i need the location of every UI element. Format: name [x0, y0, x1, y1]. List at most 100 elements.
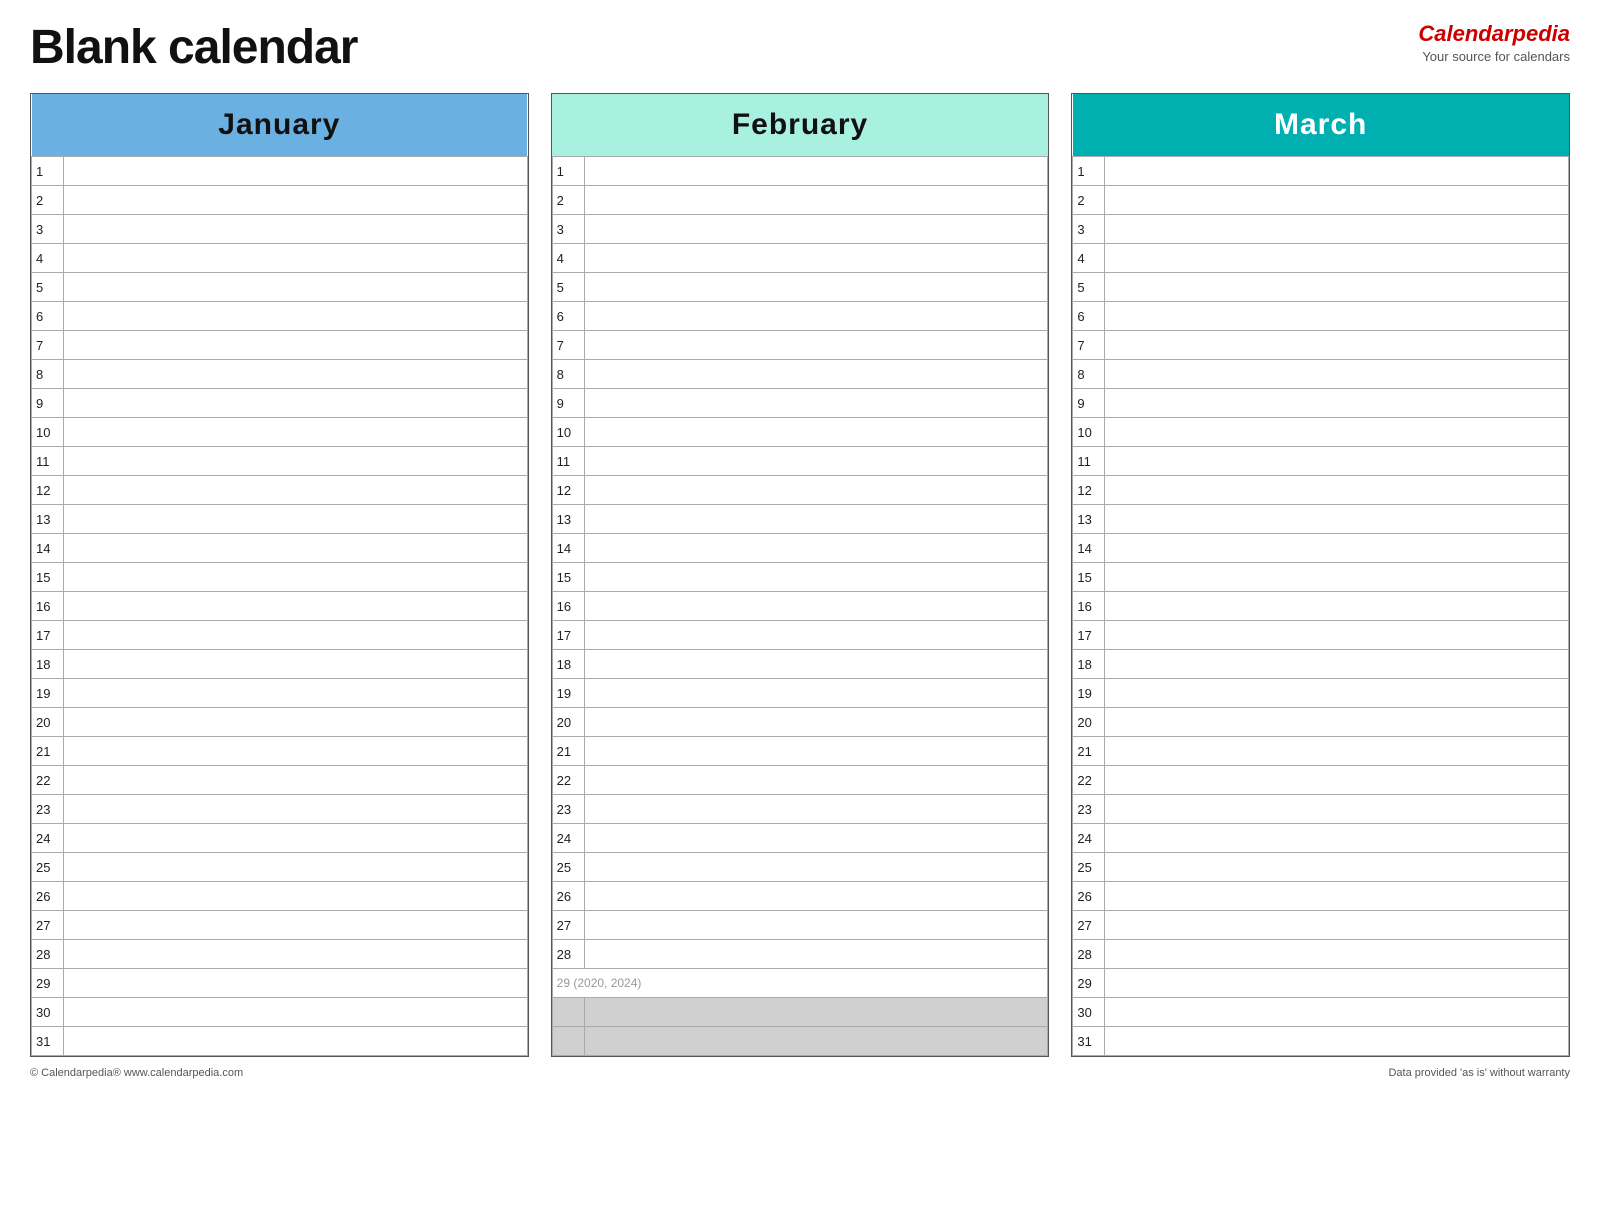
logo-sub: Your source for calendars — [1418, 49, 1570, 66]
table-row: 11 — [552, 447, 1048, 476]
table-row: 7 — [1073, 331, 1569, 360]
table-row: 24 — [1073, 824, 1569, 853]
table-row: 8 — [32, 360, 528, 389]
table-row: 5 — [1073, 273, 1569, 302]
table-row: 19 — [552, 679, 1048, 708]
table-row: 9 — [552, 389, 1048, 418]
table-row: 22 — [32, 766, 528, 795]
table-row: 11 — [1073, 447, 1569, 476]
table-row: 23 — [552, 795, 1048, 824]
table-row: 2 — [1073, 186, 1569, 215]
table-row: 26 — [32, 882, 528, 911]
page-header: Blank calendar Calendarpedia Your source… — [30, 20, 1570, 75]
table-row: 20 — [552, 708, 1048, 737]
table-row: 3 — [32, 215, 528, 244]
table-row: 29 — [1073, 969, 1569, 998]
january-header: January — [32, 94, 528, 157]
calendars-row: January 12345678910111213141516171819202… — [30, 93, 1570, 1057]
table-row: 7 — [32, 331, 528, 360]
logo-main: Calendar — [1418, 21, 1512, 46]
logo-area: Calendarpedia Your source for calendars — [1418, 20, 1570, 65]
table-row: 5 — [552, 273, 1048, 302]
logo-text: Calendarpedia — [1418, 20, 1570, 49]
table-row: 4 — [32, 244, 528, 273]
table-row: 9 — [32, 389, 528, 418]
table-row: 5 — [32, 273, 528, 302]
table-row: 29 (2020, 2024) — [552, 969, 1048, 998]
table-row: 10 — [552, 418, 1048, 447]
table-row: 21 — [32, 737, 528, 766]
table-row: 10 — [32, 418, 528, 447]
table-row: 15 — [1073, 563, 1569, 592]
table-row: 1 — [552, 157, 1048, 186]
table-row: 18 — [1073, 650, 1569, 679]
table-row: 18 — [32, 650, 528, 679]
january-calendar: January 12345678910111213141516171819202… — [30, 93, 529, 1057]
table-row: 16 — [1073, 592, 1569, 621]
table-row: 19 — [1073, 679, 1569, 708]
february-header: February — [552, 94, 1048, 157]
table-row: 15 — [32, 563, 528, 592]
table-row: 24 — [552, 824, 1048, 853]
table-row: 22 — [552, 766, 1048, 795]
table-row: 16 — [32, 592, 528, 621]
table-row: 27 — [32, 911, 528, 940]
table-row — [552, 998, 1048, 1027]
table-row: 12 — [32, 476, 528, 505]
footer-left: © Calendarpedia® www.calendarpedia.com — [30, 1067, 243, 1079]
table-row: 6 — [32, 302, 528, 331]
table-row: 13 — [1073, 505, 1569, 534]
footer-right: Data provided 'as is' without warranty — [1388, 1067, 1570, 1079]
table-row: 28 — [1073, 940, 1569, 969]
table-row: 3 — [552, 215, 1048, 244]
table-row: 23 — [1073, 795, 1569, 824]
table-row: 7 — [552, 331, 1048, 360]
table-row: 29 — [32, 969, 528, 998]
table-row: 30 — [32, 998, 528, 1027]
table-row: 19 — [32, 679, 528, 708]
table-row: 25 — [552, 853, 1048, 882]
table-row: 17 — [1073, 621, 1569, 650]
table-row: 1 — [32, 157, 528, 186]
table-row: 24 — [32, 824, 528, 853]
table-row: 25 — [32, 853, 528, 882]
table-row: 1 — [1073, 157, 1569, 186]
table-row: 28 — [552, 940, 1048, 969]
table-row: 16 — [552, 592, 1048, 621]
table-row: 14 — [32, 534, 528, 563]
march-calendar: March 1234567891011121314151617181920212… — [1071, 93, 1570, 1057]
table-row: 14 — [1073, 534, 1569, 563]
table-row — [552, 1027, 1048, 1056]
table-row: 31 — [32, 1027, 528, 1056]
table-row: 26 — [552, 882, 1048, 911]
table-row: 8 — [552, 360, 1048, 389]
table-row: 6 — [552, 302, 1048, 331]
page-title: Blank calendar — [30, 20, 357, 75]
table-row: 2 — [32, 186, 528, 215]
logo-accent: pedia — [1513, 21, 1570, 46]
table-row: 14 — [552, 534, 1048, 563]
table-row: 8 — [1073, 360, 1569, 389]
table-row: 26 — [1073, 882, 1569, 911]
table-row: 17 — [32, 621, 528, 650]
page-footer: © Calendarpedia® www.calendarpedia.com D… — [30, 1067, 1570, 1079]
table-row: 13 — [552, 505, 1048, 534]
table-row: 21 — [1073, 737, 1569, 766]
table-row: 10 — [1073, 418, 1569, 447]
table-row: 12 — [1073, 476, 1569, 505]
table-row: 27 — [552, 911, 1048, 940]
table-row: 20 — [1073, 708, 1569, 737]
table-row: 17 — [552, 621, 1048, 650]
table-row: 23 — [32, 795, 528, 824]
table-row: 15 — [552, 563, 1048, 592]
table-row: 25 — [1073, 853, 1569, 882]
table-row: 4 — [552, 244, 1048, 273]
march-header: March — [1073, 94, 1569, 157]
table-row: 22 — [1073, 766, 1569, 795]
table-row: 21 — [552, 737, 1048, 766]
table-row: 13 — [32, 505, 528, 534]
table-row: 12 — [552, 476, 1048, 505]
table-row: 3 — [1073, 215, 1569, 244]
table-row: 20 — [32, 708, 528, 737]
table-row: 27 — [1073, 911, 1569, 940]
